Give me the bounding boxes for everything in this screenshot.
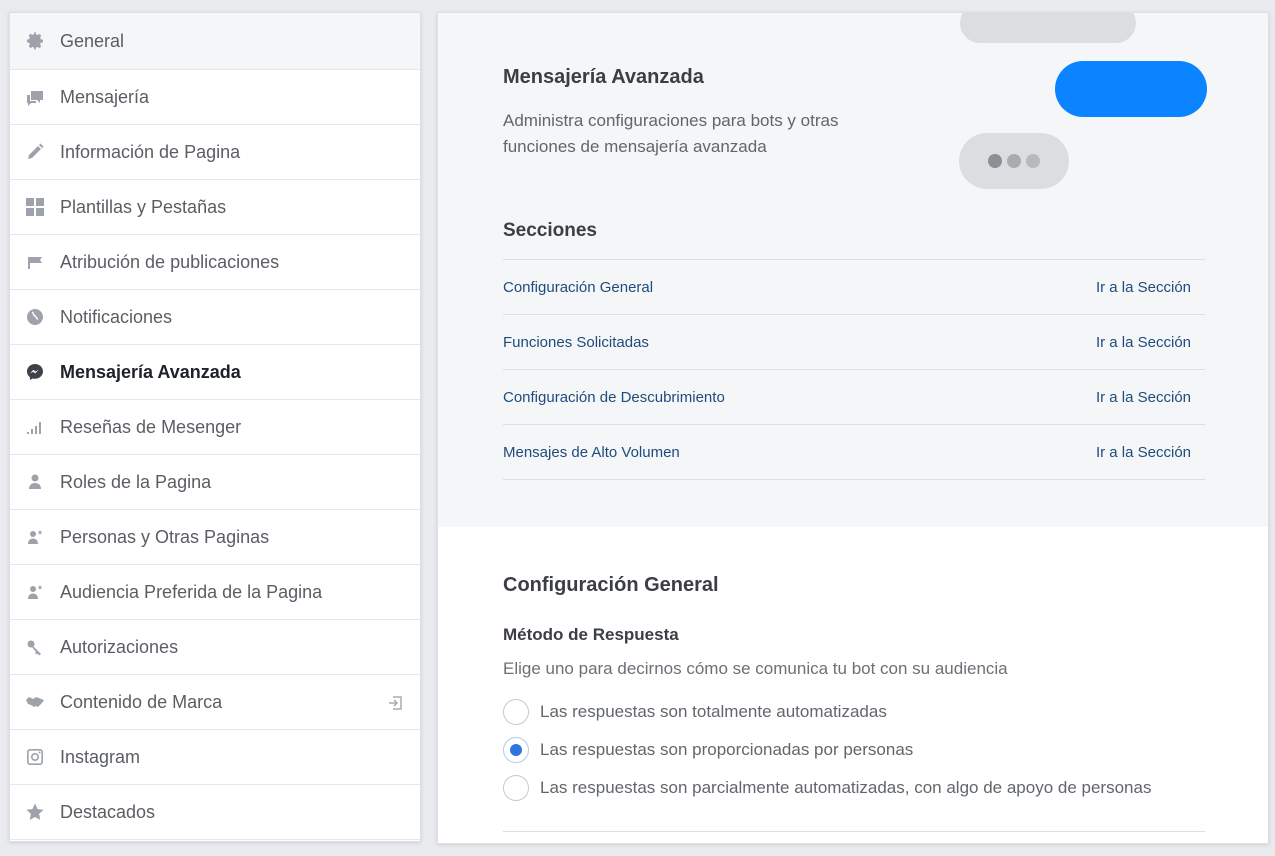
sidebar-item-messaging[interactable]: Mensajería [10,70,420,125]
typing-dot [1007,154,1021,168]
star-icon [24,801,46,823]
typing-dot [988,154,1002,168]
sidebar-item-label: Audiencia Preferida de la Pagina [60,581,323,602]
sidebar-item-page-roles[interactable]: Roles de la Pagina [10,455,420,510]
response-method-heading: Método de Respuesta [503,625,679,644]
radio-label: Las respuestas son totalmente automatiza… [540,702,887,721]
sidebar-item-label: Destacados [60,801,156,822]
gear-icon [24,30,46,52]
radio-option-partially-automated[interactable]: Las respuestas son parcialmente automati… [503,769,1151,807]
sidebar-item-label: Contenido de Marca [60,691,223,712]
go-to-section-link[interactable]: Ir a la Sección [1096,279,1191,296]
chat-bubble-blue-illustration [1055,61,1207,117]
section-link-general-config[interactable]: Configuración General [503,279,653,296]
sidebar-item-label: Reseñas de Mesenger [60,416,242,437]
response-method-radio-group: Las respuestas son totalmente automatiza… [503,693,1151,807]
section-row: Mensajes de Alto Volumen Ir a la Sección [503,425,1205,480]
pencil-icon [24,141,46,163]
globe-icon [24,306,46,328]
sidebar-item-notifications[interactable]: Notificaciones [10,290,420,345]
chat-bubble-illustration [960,13,1136,43]
sidebar-item-label: Información de Pagina [60,141,241,162]
sidebar-item-label: Atribución de publicaciones [60,251,280,272]
sidebar-item-general[interactable]: General [10,13,420,70]
sidebar-item-instagram[interactable]: Instagram [10,730,420,785]
section-link-high-volume-messages[interactable]: Mensajes de Alto Volumen [503,444,680,461]
response-method-description: Elige uno para decirnos cómo se comunica… [503,659,1008,678]
sidebar-item-featured[interactable]: Destacados [10,785,420,840]
handshake-icon [24,691,46,713]
sidebar-item-preferred-audience[interactable]: Audiencia Preferida de la Pagina [10,565,420,620]
typing-indicator-illustration [959,133,1069,189]
sections-heading: Secciones [503,220,597,241]
go-to-section-link[interactable]: Ir a la Sección [1096,389,1191,406]
typing-dot [1026,154,1040,168]
signal-bars-icon [24,416,46,438]
sidebar-item-label: Autorizaciones [60,636,179,657]
radio-option-fully-automated[interactable]: Las respuestas son totalmente automatiza… [503,693,1151,731]
messenger-icon [24,361,46,383]
section-row: Configuración General Ir a la Sección [503,260,1205,315]
hero-section: Mensajería Avanzada Administra configura… [438,13,1268,527]
person-icon [24,471,46,493]
sidebar-item-page-info[interactable]: Información de Pagina [10,125,420,180]
main-panel: Mensajería Avanzada Administra configura… [437,12,1269,844]
sidebar-item-post-attribution[interactable]: Atribución de publicaciones [10,235,420,290]
sidebar-item-label: Mensajería [60,86,150,107]
sidebar-item-label: Roles de la Pagina [60,471,212,492]
sidebar-item-label: Plantillas y Pestañas [60,196,227,217]
page-title: Mensajería Avanzada [503,66,704,88]
sidebar-item-advanced-messaging[interactable]: Mensajería Avanzada [10,345,420,400]
radio-button[interactable] [503,775,529,801]
go-to-section-link[interactable]: Ir a la Sección [1096,334,1191,351]
sidebar-item-label: Mensajería Avanzada [60,361,241,382]
divider [503,831,1205,832]
flag-icon [24,251,46,273]
radio-label: Las respuestas son proporcionadas por pe… [540,740,914,759]
page-description: Administra configuraciones para bots y o… [503,111,839,156]
sidebar-item-label: Instagram [60,746,141,767]
section-row: Funciones Solicitadas Ir a la Sección [503,315,1205,370]
person-star-icon [24,581,46,603]
external-link-icon[interactable] [386,694,404,712]
instagram-icon [24,746,46,768]
go-to-section-link[interactable]: Ir a la Sección [1096,444,1191,461]
general-config-heading: Configuración General [503,574,719,596]
sidebar-item-label: Notificaciones [60,306,173,327]
sections-list: Configuración General Ir a la Sección Fu… [503,259,1205,480]
grid-icon [24,196,46,218]
sidebar-item-messenger-reviews[interactable]: Reseñas de Mesenger [10,400,420,455]
key-icon [24,636,46,658]
sidebar-item-label: General [60,30,125,51]
radio-button[interactable] [503,699,529,725]
sidebar-item-label: Personas y Otras Paginas [60,526,270,547]
section-link-requested-features[interactable]: Funciones Solicitadas [503,334,649,351]
person-star-icon [24,526,46,548]
settings-sidebar: General Mensajería Información de Pagina… [9,12,421,842]
sidebar-item-templates-tabs[interactable]: Plantillas y Pestañas [10,180,420,235]
chat-icon [24,86,46,108]
sidebar-item-branded-content[interactable]: Contenido de Marca [10,675,420,730]
section-link-discovery-config[interactable]: Configuración de Descubrimiento [503,389,725,406]
radio-label: Las respuestas son parcialmente automati… [540,778,1152,797]
radio-button-selected[interactable] [503,737,529,763]
section-row: Configuración de Descubrimiento Ir a la … [503,370,1205,425]
sidebar-item-authorizations[interactable]: Autorizaciones [10,620,420,675]
sidebar-item-people-other-pages[interactable]: Personas y Otras Paginas [10,510,420,565]
radio-option-by-people[interactable]: Las respuestas son proporcionadas por pe… [503,731,1151,769]
